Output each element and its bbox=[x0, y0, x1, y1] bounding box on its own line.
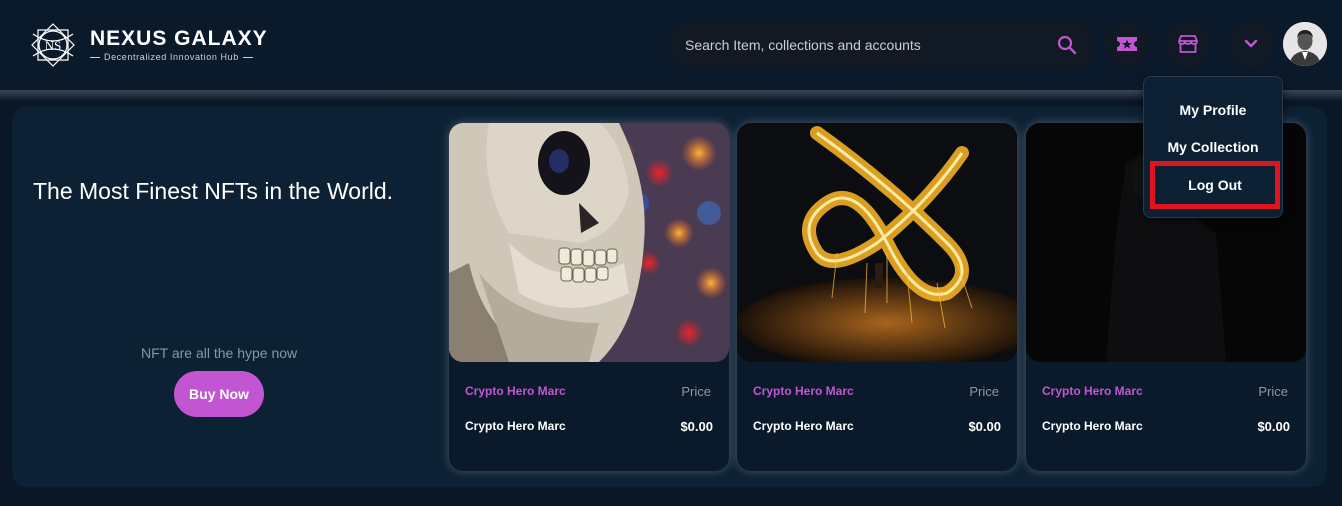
avatar[interactable] bbox=[1283, 22, 1327, 66]
menu-item-my-profile[interactable]: My Profile bbox=[1144, 102, 1282, 118]
hero-title: The Most Finest NFTs in the World. bbox=[33, 178, 394, 204]
brand-logo[interactable]: NS NEXUS GALAXY Decentralized Innovation… bbox=[30, 22, 268, 68]
card-price: $0.00 bbox=[1257, 419, 1290, 434]
user-dropdown-menu: My Profile My Collection Log Out bbox=[1143, 76, 1283, 218]
skull-photo[interactable] bbox=[449, 123, 729, 362]
card-owner: Crypto Hero Marc bbox=[753, 419, 854, 433]
store-button[interactable] bbox=[1165, 21, 1211, 67]
menu-item-log-out[interactable]: Log Out bbox=[1161, 172, 1269, 198]
brand-title: NEXUS GALAXY bbox=[90, 27, 268, 50]
menu-toggle-button[interactable] bbox=[1228, 21, 1274, 67]
logout-highlight-box: Log Out bbox=[1150, 161, 1280, 209]
card-price-label: Price bbox=[681, 384, 711, 399]
nft-card[interactable]: Crypto Hero Marc Price Crypto Hero Marc … bbox=[737, 123, 1017, 471]
search-icon[interactable] bbox=[1057, 35, 1077, 55]
card-price: $0.00 bbox=[680, 419, 713, 434]
fire-image bbox=[737, 123, 1017, 362]
card-name[interactable]: Crypto Hero Marc bbox=[1042, 384, 1143, 398]
brand-subtitle: Decentralized Innovation Hub bbox=[90, 52, 268, 62]
card-price-label: Price bbox=[1258, 384, 1288, 399]
user-avatar-icon bbox=[1283, 22, 1327, 66]
chevron-down-icon bbox=[1244, 39, 1258, 48]
logo-mark-icon: NS bbox=[31, 23, 75, 67]
card-owner: Crypto Hero Marc bbox=[1042, 419, 1143, 433]
menu-item-my-collection[interactable]: My Collection bbox=[1144, 139, 1282, 155]
card-price: $0.00 bbox=[968, 419, 1001, 434]
skull-image bbox=[449, 123, 729, 362]
card-name[interactable]: Crypto Hero Marc bbox=[753, 384, 854, 398]
nft-card[interactable]: Crypto Hero Marc Price Crypto Hero Marc … bbox=[449, 123, 729, 471]
buy-now-button[interactable]: Buy Now bbox=[174, 371, 264, 417]
fire-infinity-photo[interactable] bbox=[737, 123, 1017, 362]
svg-text:NS: NS bbox=[45, 38, 62, 53]
ticket-icon bbox=[1117, 37, 1137, 51]
card-name[interactable]: Crypto Hero Marc bbox=[465, 384, 566, 398]
ticket-button[interactable] bbox=[1104, 21, 1150, 67]
store-icon bbox=[1178, 35, 1198, 53]
hero-subtitle: NFT are all the hype now bbox=[141, 345, 298, 361]
card-owner: Crypto Hero Marc bbox=[465, 419, 566, 433]
header: NS NEXUS GALAXY Decentralized Innovation… bbox=[0, 0, 1342, 90]
search-bar[interactable] bbox=[669, 19, 1095, 71]
header-divider bbox=[0, 90, 1342, 100]
card-price-label: Price bbox=[969, 384, 999, 399]
search-input[interactable] bbox=[685, 37, 1057, 53]
